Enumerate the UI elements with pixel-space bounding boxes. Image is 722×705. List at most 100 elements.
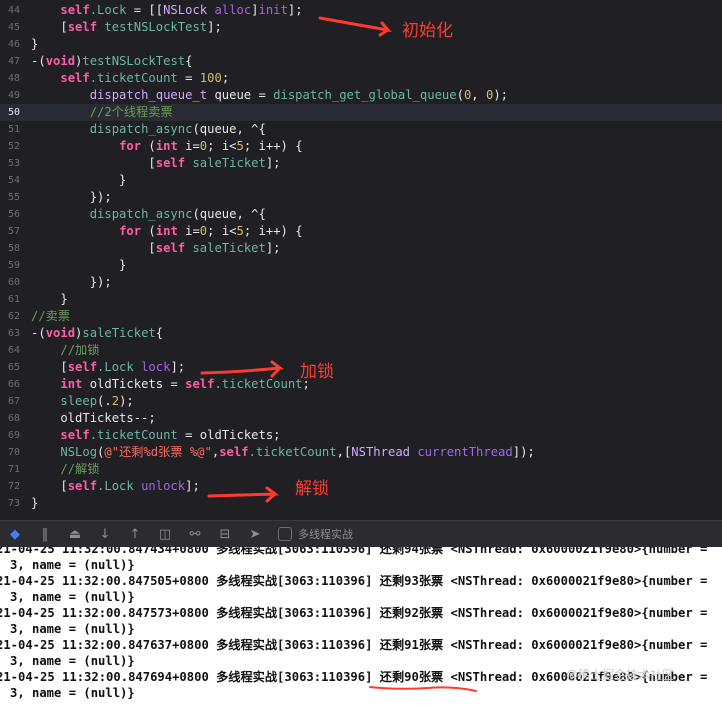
line-number: 60	[7, 277, 20, 288]
code-line[interactable]: 68 oldTickets--;	[0, 410, 722, 427]
console-line: 3, name = (null)}	[10, 558, 135, 572]
code-line[interactable]: 52 for (int i=0; i<5; i++) {	[0, 138, 722, 155]
code-text: //2个线程卖票	[89, 105, 173, 119]
code-line[interactable]: 73}	[0, 495, 722, 512]
line-number: 51	[7, 124, 20, 135]
code-text: }	[31, 496, 39, 510]
debug-target[interactable]: 多线程实战	[278, 526, 353, 542]
annotation-init-label: 初始化	[402, 21, 453, 41]
environment-overrides-icon[interactable]: ⊟	[210, 521, 240, 547]
code-text: [self testNSLockTest];	[31, 20, 222, 34]
line-number: 45	[7, 22, 20, 33]
code-line[interactable]: 59 }	[0, 257, 722, 274]
code-text: NSLog(@"还剩%d张票 %@",self.ticketCount,[NST…	[60, 445, 535, 459]
code-text: sleep(.2);	[60, 394, 134, 408]
line-number: 68	[7, 413, 20, 424]
code-line[interactable]: 58 [self saleTicket];	[0, 240, 722, 257]
code-text: -(void)testNSLockTest{	[31, 54, 193, 68]
console-line: 21-04-25 11:32:00.847505+0800 多线程实战[3063…	[0, 574, 708, 588]
step-over-icon[interactable]: ⏏	[60, 521, 90, 547]
code-line[interactable]: 67 sleep(.2);	[0, 393, 722, 410]
code-text: -(void)saleTicket{	[31, 326, 164, 340]
code-text: }	[31, 37, 39, 51]
annotation-arrow-icon	[318, 16, 392, 37]
debug-target-label: 多线程实战	[298, 528, 353, 541]
code-line[interactable]: 48 self.ticketCount = 100;	[0, 70, 722, 87]
code-text: [self saleTicket];	[31, 156, 281, 170]
code-line[interactable]: 62 //卖票	[0, 308, 722, 325]
code-line[interactable]: 69 self.ticketCount = oldTickets;	[0, 427, 722, 444]
code-text: dispatch_async(queue, ^{	[89, 122, 266, 136]
code-line[interactable]: 47 -(void)testNSLockTest{	[0, 53, 722, 70]
code-line[interactable]: 50 //2个线程卖票	[0, 104, 722, 121]
step-into-icon[interactable]: ↓	[90, 521, 120, 547]
annotation-arrow-icon	[200, 360, 284, 378]
watermark: @稀土掘金技术社区	[566, 668, 675, 682]
console-line: 21-04-25 11:32:00.847637+0800 多线程实战[3063…	[0, 638, 708, 652]
code-text: });	[31, 190, 112, 204]
line-number: 46	[7, 39, 20, 50]
code-text: for (int i=0; i<5; i++) {	[119, 139, 303, 153]
code-line[interactable]: 54 }	[0, 172, 722, 189]
code-line[interactable]: 46}	[0, 36, 722, 53]
view-hierarchy-icon[interactable]: ◫	[150, 521, 180, 547]
code-line[interactable]: 72 [self.Lock unlock];	[0, 478, 722, 495]
code-line[interactable]: 65 [self.Lock lock];	[0, 359, 722, 376]
console-line: 3, name = (null)}	[10, 686, 135, 700]
code-line[interactable]: 51 dispatch_async(queue, ^{	[0, 121, 722, 138]
code-line[interactable]: 64 //加锁	[0, 342, 722, 359]
code-line[interactable]: 70 NSLog(@"还剩%d张票 %@",self.ticketCount,[…	[0, 444, 722, 461]
console-line: 21-04-25 11:32:00.847573+0800 多线程实战[3063…	[0, 606, 708, 620]
toggle-breakpoints-icon[interactable]: ◆	[0, 521, 30, 547]
annotation-init	[318, 14, 398, 38]
code-text: }	[31, 292, 68, 306]
step-out-icon[interactable]: ↑	[120, 521, 150, 547]
pause-icon[interactable]: ‖	[30, 521, 60, 547]
line-number: 64	[7, 345, 20, 356]
code-text: dispatch_queue_t queue = dispatch_get_gl…	[89, 88, 508, 102]
code-text: oldTickets--;	[31, 411, 156, 425]
code-text: }	[31, 258, 127, 272]
app-icon	[278, 527, 292, 541]
line-number: 65	[7, 362, 20, 373]
code-editor[interactable]: 44 self.Lock = [[NSLock alloc]init]; 45 […	[0, 0, 722, 520]
red-underline-mark	[369, 686, 477, 692]
code-line[interactable]: 71 //解锁	[0, 461, 722, 478]
console-line: 3, name = (null)}	[10, 590, 135, 604]
code-line[interactable]: 53 [self saleTicket];	[0, 155, 722, 172]
line-number: 71	[7, 464, 20, 475]
console-line: 21-04-25 11:32:00.847434+0800 多线程实战[3063…	[0, 547, 708, 556]
line-number: 52	[7, 141, 20, 152]
annotation-arrow-icon	[207, 486, 280, 503]
code-line[interactable]: 57 for (int i=0; i<5; i++) {	[0, 223, 722, 240]
code-line[interactable]: 56 dispatch_async(queue, ^{	[0, 206, 722, 223]
line-number: 56	[7, 209, 20, 220]
line-number: 62	[7, 311, 20, 322]
memory-graph-icon[interactable]: ⚯	[180, 521, 210, 547]
code-line[interactable]: 60 });	[0, 274, 722, 291]
code-text: //解锁	[60, 462, 100, 476]
line-number: 53	[7, 158, 20, 169]
line-number: 67	[7, 396, 20, 407]
code-text: }	[31, 173, 127, 187]
code-line[interactable]: 61 }	[0, 291, 722, 308]
line-number: 73	[7, 498, 20, 509]
code-text: for (int i=0; i<5; i++) {	[119, 224, 303, 238]
code-text: self.Lock = [[NSLock alloc]init];	[60, 3, 303, 17]
debug-toolbar: ◆ ‖ ⏏ ↓ ↑ ◫ ⚯ ⊟ ➤ 多线程实战	[0, 520, 722, 548]
line-number: 48	[7, 73, 20, 84]
line-number: 70	[7, 447, 20, 458]
annotation-lock-label: 加锁	[300, 362, 334, 382]
code-text: //加锁	[60, 343, 100, 357]
simulate-location-icon[interactable]: ➤	[240, 521, 270, 547]
code-line[interactable]: 66 int oldTickets = self.ticketCount;	[0, 376, 722, 393]
code-line[interactable]: 63 -(void)saleTicket{	[0, 325, 722, 342]
line-number: 69	[7, 430, 20, 441]
annotation-unlock-label: 解锁	[295, 479, 329, 499]
line-number: 61	[7, 294, 20, 305]
code-line[interactable]: 49 dispatch_queue_t queue = dispatch_get…	[0, 87, 722, 104]
line-number: 47	[7, 56, 20, 67]
console-line: 3, name = (null)}	[10, 622, 135, 636]
code-line[interactable]: 55 });	[0, 189, 722, 206]
line-number: 50	[7, 107, 20, 118]
